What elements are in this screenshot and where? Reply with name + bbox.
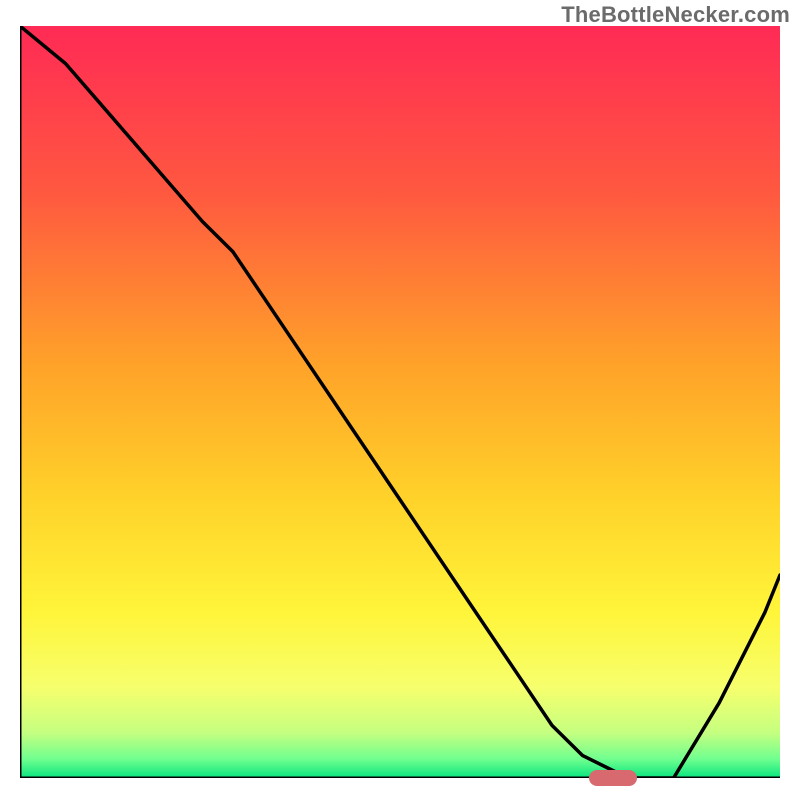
plot-background: [20, 26, 780, 778]
plot-svg: [20, 26, 780, 778]
watermark-text: TheBottleNecker.com: [561, 2, 790, 28]
optimal-marker: [589, 770, 637, 786]
plot-area: [20, 26, 780, 778]
chart-stage: TheBottleNecker.com: [0, 0, 800, 800]
